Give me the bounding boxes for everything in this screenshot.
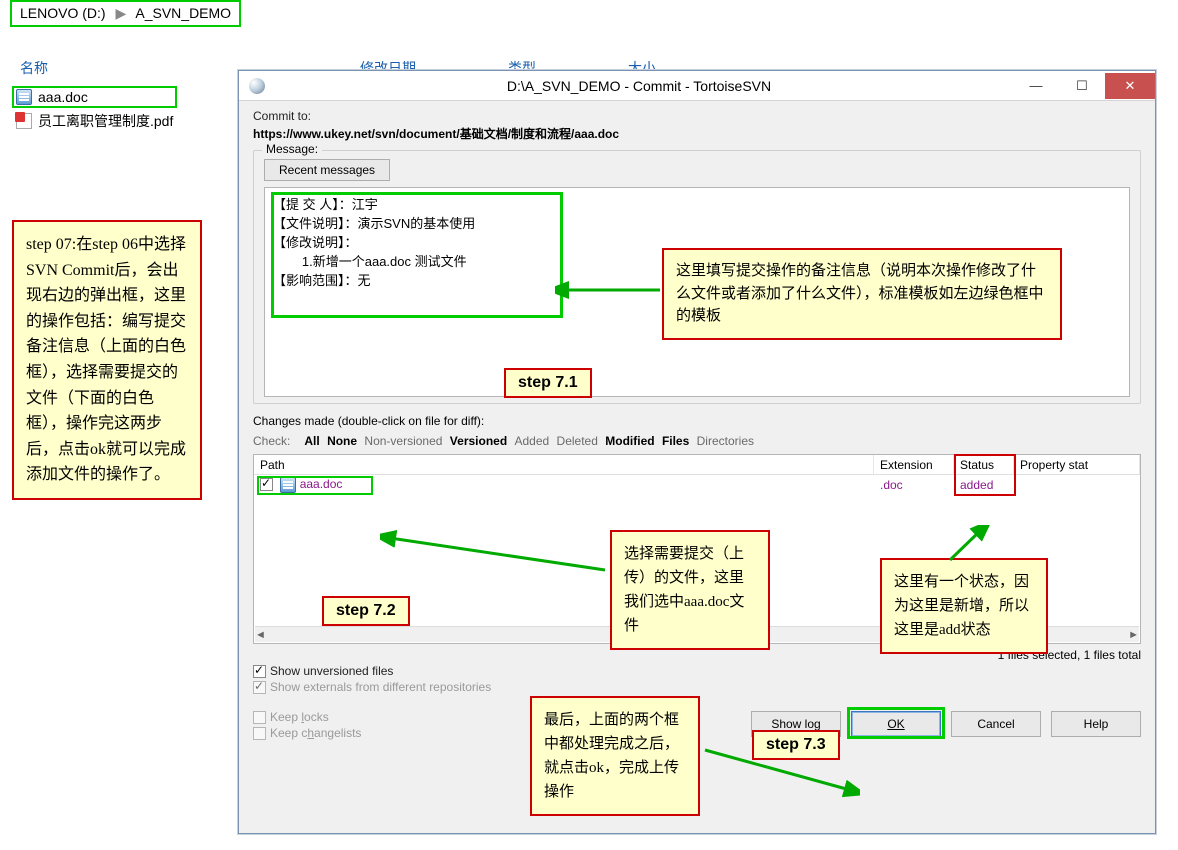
close-button[interactable]: ✕ xyxy=(1105,73,1155,99)
check-added[interactable]: Added xyxy=(515,434,550,448)
breadcrumb-folder[interactable]: A_SVN_DEMO xyxy=(135,5,231,21)
file-status: added xyxy=(954,478,1014,492)
annotation-final: 最后，上面的两个框中都处理完成之后，就点击ok，完成上传操作 xyxy=(530,696,700,816)
check-filters: Check: All None Non-versioned Versioned … xyxy=(253,434,1141,448)
file-row[interactable]: aaa.doc .doc added xyxy=(254,475,1140,494)
checkbox-icon xyxy=(253,711,266,724)
check-nonversioned[interactable]: Non-versioned xyxy=(364,434,442,448)
check-all[interactable]: All xyxy=(304,434,319,448)
show-externals-checkbox: Show externals from different repositori… xyxy=(253,680,1141,694)
check-files[interactable]: Files xyxy=(662,434,689,448)
changes-label: Changes made (double-click on file for d… xyxy=(253,414,1141,428)
breadcrumb[interactable]: LENOVO (D:) ▶ A_SVN_DEMO xyxy=(10,0,241,27)
step-tag-71: step 7.1 xyxy=(504,368,592,398)
col-name[interactable]: 名称 xyxy=(20,58,48,78)
ok-button[interactable]: OK xyxy=(851,711,941,737)
step-tag-72: step 7.2 xyxy=(322,596,410,626)
chevron-right-icon: ▶ xyxy=(115,5,126,21)
file-checkbox[interactable] xyxy=(260,478,273,491)
check-none[interactable]: None xyxy=(327,434,357,448)
minimize-button[interactable]: — xyxy=(1013,73,1059,99)
pdf-icon xyxy=(16,113,32,129)
file-row-pdf[interactable]: 员工离职管理制度.pdf xyxy=(12,110,177,132)
hdr-status[interactable]: Status xyxy=(954,455,1014,474)
file-row-aaa[interactable]: aaa.doc xyxy=(12,86,177,108)
checkbox-icon xyxy=(253,727,266,740)
breadcrumb-drive[interactable]: LENOVO (D:) xyxy=(20,5,106,21)
hdr-ext[interactable]: Extension xyxy=(874,455,954,474)
hdr-propstat[interactable]: Property stat xyxy=(1014,455,1140,474)
maximize-button[interactable]: ☐ xyxy=(1059,73,1105,99)
commit-url: https://www.ukey.net/svn/document/基础文档/制… xyxy=(253,125,1141,142)
check-label: Check: xyxy=(253,434,290,448)
cancel-button[interactable]: Cancel xyxy=(951,711,1041,737)
doc-icon xyxy=(16,89,32,105)
doc-icon xyxy=(280,477,296,493)
file-ext: .doc xyxy=(874,478,954,492)
file-name: aaa.doc xyxy=(38,89,88,105)
file-table-header: Path Extension Status Property stat xyxy=(254,455,1140,475)
check-versioned[interactable]: Versioned xyxy=(450,434,507,448)
checkbox-icon xyxy=(253,665,266,678)
show-unversioned-checkbox[interactable]: Show unversioned files xyxy=(253,664,1141,678)
checkbox-icon xyxy=(253,681,266,694)
hdr-path[interactable]: Path xyxy=(254,455,874,474)
check-directories[interactable]: Directories xyxy=(697,434,754,448)
file-path: aaa.doc xyxy=(300,477,343,491)
tortoisesvn-icon xyxy=(249,78,265,94)
step-tag-73: step 7.3 xyxy=(752,730,840,760)
file-name: 员工离职管理制度.pdf xyxy=(38,111,173,131)
titlebar[interactable]: D:\A_SVN_DEMO - Commit - TortoiseSVN — ☐… xyxy=(239,71,1155,101)
annotation-message: 这里填写提交操作的备注信息（说明本次操作修改了什么文件或者添加了什么文件），标准… xyxy=(662,248,1062,340)
commit-to-label: Commit to: xyxy=(253,109,1141,123)
help-button[interactable]: Help xyxy=(1051,711,1141,737)
annotation-select: 选择需要提交（上传）的文件，这里我们选中aaa.doc文件 xyxy=(610,530,770,650)
file-list: aaa.doc 员工离职管理制度.pdf xyxy=(12,86,177,132)
message-label: Message: xyxy=(262,142,322,156)
check-deleted[interactable]: Deleted xyxy=(557,434,598,448)
dialog-title: D:\A_SVN_DEMO - Commit - TortoiseSVN xyxy=(265,78,1013,94)
annotation-status: 这里有一个状态，因为这里是新增，所以这里是add状态 xyxy=(880,558,1048,654)
check-modified[interactable]: Modified xyxy=(605,434,654,448)
recent-messages-button[interactable]: Recent messages xyxy=(264,159,390,181)
annotation-step07: step 07:在step 06中选择SVN Commit后，会出现右边的弹出框… xyxy=(12,220,202,500)
